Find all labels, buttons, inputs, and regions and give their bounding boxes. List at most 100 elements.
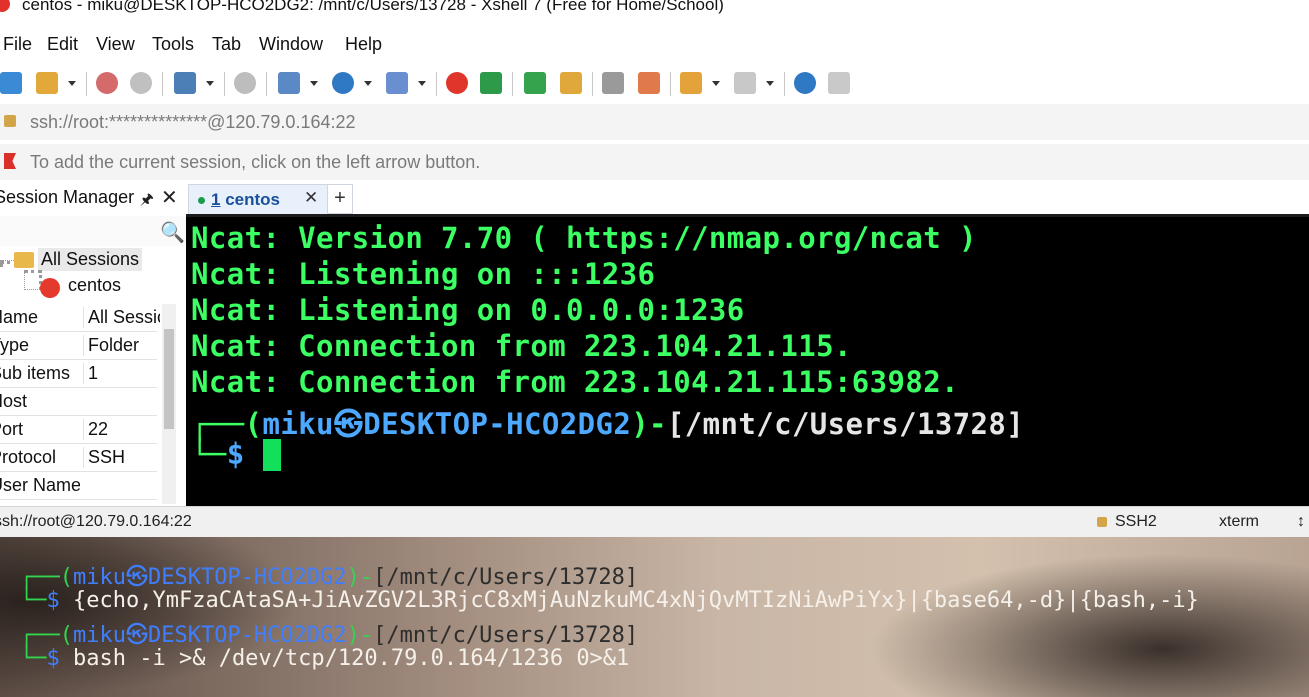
- new-session-icon[interactable]: [0, 72, 22, 94]
- prompt-symbol: $: [46, 646, 73, 671]
- title-bar: centos - miku@DESKTOP-HCO2DG2: /mnt/c/Us…: [0, 0, 1309, 28]
- find-icon[interactable]: [234, 72, 256, 94]
- terminal-line: Ncat: Connection from 223.104.21.115:639…: [191, 365, 959, 399]
- encoding-dropdown-icon[interactable]: [364, 81, 372, 86]
- prompt-branch: ┌──(: [20, 565, 73, 590]
- fullscreen-icon[interactable]: [524, 72, 546, 94]
- keyboard-icon[interactable]: [602, 72, 624, 94]
- prompt-separator: )-: [346, 565, 374, 590]
- properties-icon[interactable]: [174, 72, 196, 94]
- tab-group-dropdown-icon[interactable]: [712, 81, 720, 86]
- properties-scrollbar[interactable]: [162, 304, 176, 504]
- prop-key: Protocol: [0, 447, 57, 467]
- menu-window[interactable]: Window: [259, 34, 323, 55]
- tile-icon[interactable]: [734, 72, 756, 94]
- prompt-user: miku㉿DESKTOP-HCO2DG2: [72, 565, 347, 590]
- hint-text: To add the current session, click on the…: [30, 152, 481, 172]
- prompt-user: miku㉿DESKTOP-HCO2DG2: [72, 623, 347, 648]
- address-bar[interactable]: ssh://root:**************@120.79.0.164:2…: [0, 104, 1309, 140]
- disconnect-icon[interactable]: [130, 72, 152, 94]
- toolbar-separator: [162, 72, 163, 96]
- terminal-line: Ncat: Version 7.70 ( https://nmap.org/nc…: [191, 221, 977, 255]
- pin-icon[interactable]: 🖈: [140, 189, 154, 214]
- menu-view[interactable]: View: [96, 34, 135, 55]
- globe-icon[interactable]: [332, 72, 354, 94]
- hint-bar: To add the current session, click on the…: [0, 144, 1309, 180]
- lock-icon[interactable]: [560, 72, 582, 94]
- font-icon[interactable]: [386, 72, 408, 94]
- toolbar: [0, 64, 1309, 102]
- bg-prompt-line: ┌──(miku㉿DESKTOP-HCO2DG2)-[/mnt/c/Users/…: [20, 559, 638, 591]
- new-tab-group-icon[interactable]: [680, 72, 702, 94]
- prop-value: 1: [83, 363, 160, 384]
- prop-key: Type: [0, 335, 30, 355]
- status-bar: ssh://root@120.79.0.164:22 SSH2 xterm ↕: [0, 506, 1309, 537]
- tile-dropdown-icon[interactable]: [766, 81, 774, 86]
- prop-value: Folder: [83, 335, 160, 356]
- search-icon[interactable]: 🔍: [160, 220, 185, 245]
- toolbar-separator: [592, 72, 593, 96]
- toolbar-separator: [224, 72, 225, 96]
- menu-file[interactable]: File: [3, 34, 32, 55]
- menu-tab[interactable]: Tab: [212, 34, 241, 55]
- terminal-line: Ncat: Listening on 0.0.0.0:1236: [191, 293, 745, 327]
- menu-tools[interactable]: Tools: [152, 34, 194, 55]
- tree-item-all-sessions[interactable]: All Sessions: [38, 248, 143, 271]
- prompt-path: [/mnt/c/Users/13728]: [666, 407, 1025, 441]
- toolbar-separator: [784, 72, 785, 96]
- new-tab-button[interactable]: +: [327, 184, 353, 214]
- bg-command-line: └─$ {echo,YmFzaCAtaSA+JiAvZGV2L3RjcC8xMj…: [20, 588, 1199, 613]
- tab-index: 1: [211, 190, 221, 209]
- prompt-branch: ┌──(: [20, 623, 73, 648]
- terminal-line: Ncat: Connection from 223.104.21.115.: [191, 329, 852, 363]
- session-manager-title: Session Manager: [0, 187, 135, 207]
- xshell-session-icon: [40, 278, 60, 298]
- status-protocol: SSH2: [1115, 513, 1157, 530]
- lock-icon: [1097, 517, 1107, 527]
- prompt-path: [/mnt/c/Users/13728]: [373, 623, 639, 648]
- open-dropdown-icon[interactable]: [68, 81, 76, 86]
- tab-centos[interactable]: 1 centos ✕: [188, 184, 328, 215]
- address-text[interactable]: ssh://root:**************@120.79.0.164:2…: [30, 112, 356, 133]
- layout-icon[interactable]: [278, 72, 300, 94]
- wallpaper-shade: [820, 537, 1309, 697]
- open-folder-icon[interactable]: [36, 72, 58, 94]
- resize-icon[interactable]: ↕: [1297, 513, 1305, 531]
- terminal-view[interactable]: Ncat: Version 7.70 ( https://nmap.org/nc…: [186, 214, 1309, 507]
- terminal-prompt-line: ┌──(miku㉿DESKTOP-HCO2DG2)-[/mnt/c/Users/…: [191, 401, 1024, 443]
- tab-bar: 1 centos ✕ +: [186, 182, 1309, 215]
- close-icon[interactable]: ✕: [161, 185, 178, 210]
- prop-value: SSH: [83, 447, 160, 468]
- highlight-icon[interactable]: [638, 72, 660, 94]
- help-icon[interactable]: [794, 72, 816, 94]
- chat-icon[interactable]: [828, 72, 850, 94]
- prompt-separator: )-: [346, 623, 374, 648]
- layout-dropdown-icon[interactable]: [310, 81, 318, 86]
- reconnect-icon[interactable]: [96, 72, 118, 94]
- terminal-cursor: [263, 439, 281, 471]
- status-connection: ssh://root@120.79.0.164:22: [0, 513, 192, 530]
- xshell-icon[interactable]: [446, 72, 468, 94]
- close-tab-icon[interactable]: ✕: [304, 188, 318, 208]
- scrollbar-thumb[interactable]: [164, 329, 174, 429]
- prompt-path: [/mnt/c/Users/13728]: [373, 565, 639, 590]
- session-manager-header: Session Manager 🖈 ✕: [0, 182, 186, 214]
- prompt-symbol: $: [46, 588, 73, 613]
- xftp-icon[interactable]: [480, 72, 502, 94]
- tab-title: centos: [225, 190, 280, 209]
- bg-command: {echo,YmFzaCAtaSA+JiAvZGV2L3RjcC8xMjAuNz…: [73, 588, 1199, 613]
- folder-icon: [14, 252, 34, 268]
- prompt-branch: └─: [20, 588, 47, 613]
- prompt-user: miku㉿DESKTOP-HCO2DG2: [262, 407, 632, 441]
- status-term: xterm: [1219, 513, 1259, 530]
- properties-dropdown-icon[interactable]: [206, 81, 214, 86]
- font-dropdown-icon[interactable]: [418, 81, 426, 86]
- session-search-input[interactable]: [0, 216, 186, 246]
- menu-help[interactable]: Help: [345, 34, 382, 55]
- session-manager-panel: Session Manager 🖈 ✕ 🔍 All Sessions cento…: [0, 182, 187, 504]
- toolbar-separator: [670, 72, 671, 96]
- bookmark-flag-icon[interactable]: [4, 153, 16, 169]
- prompt-symbol: $: [226, 437, 245, 471]
- menu-edit[interactable]: Edit: [47, 34, 78, 55]
- tree-item-centos[interactable]: centos: [68, 275, 121, 296]
